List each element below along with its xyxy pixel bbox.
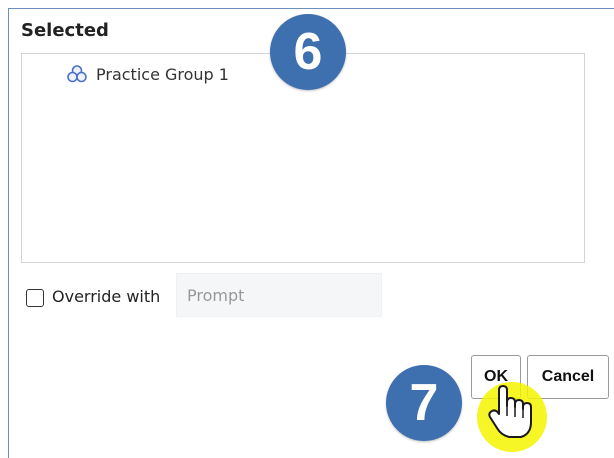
- override-label: Override with: [52, 287, 161, 306]
- override-row: Override with Prompt: [26, 273, 386, 317]
- group-icon: [67, 65, 87, 83]
- pointer-hand-icon: [488, 385, 532, 438]
- override-checkbox[interactable]: [26, 289, 44, 307]
- selected-heading: Selected: [21, 20, 109, 41]
- cancel-button[interactable]: Cancel: [527, 355, 609, 399]
- list-item-label: Practice Group 1: [96, 64, 229, 84]
- list-item[interactable]: Practice Group 1: [66, 63, 229, 85]
- prompt-input[interactable]: Prompt: [176, 273, 382, 317]
- step-6-badge: 6: [270, 14, 346, 90]
- step-7-badge: 7: [386, 365, 462, 441]
